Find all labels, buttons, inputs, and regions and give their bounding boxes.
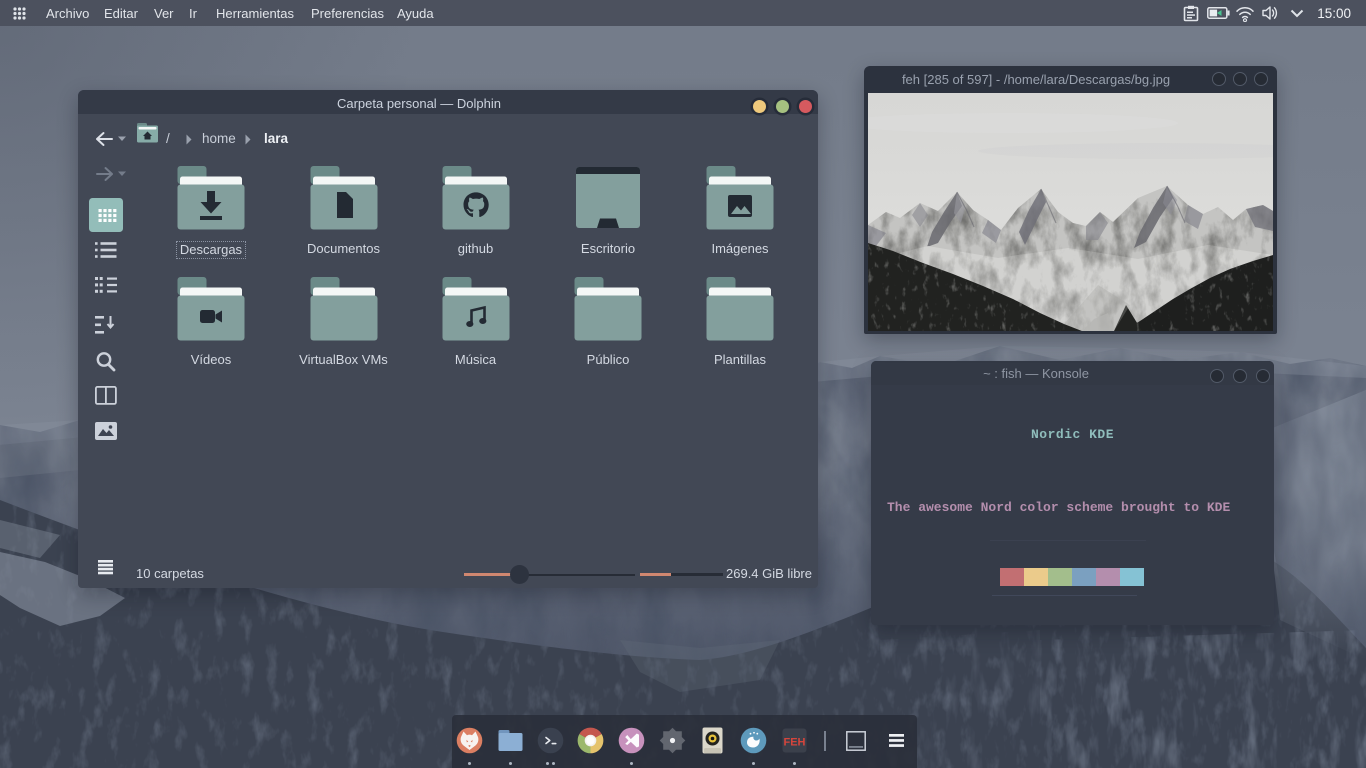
svg-text:FEH: FEH bbox=[784, 737, 806, 749]
